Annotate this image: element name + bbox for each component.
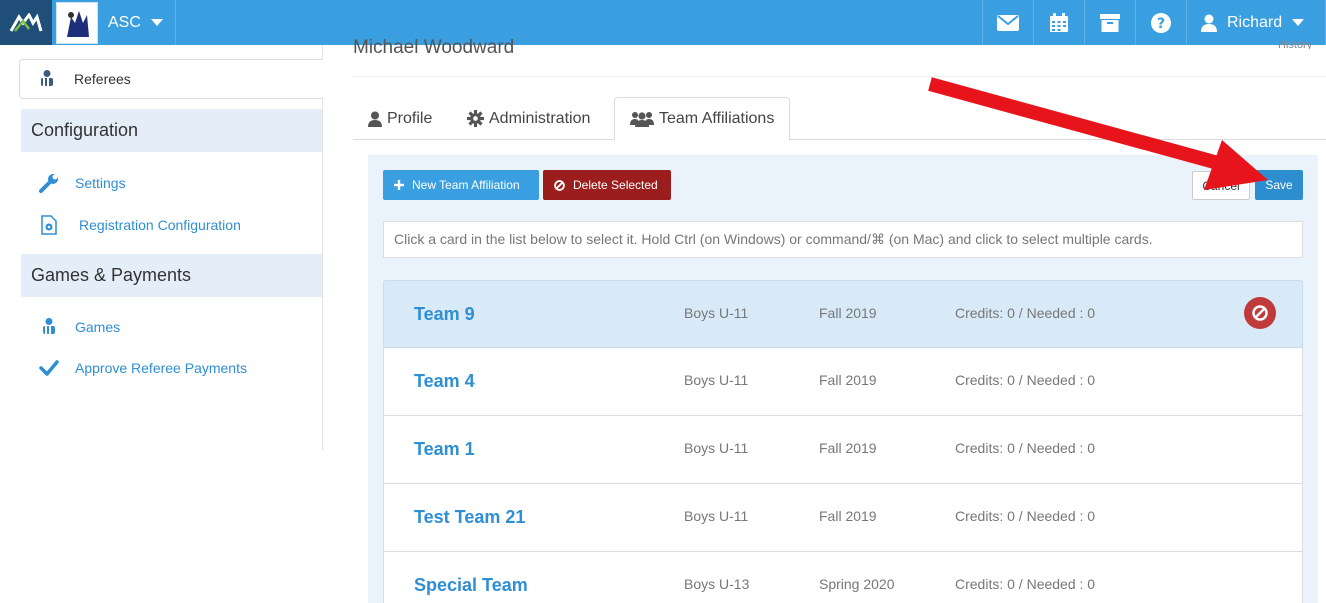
- divider: [353, 76, 1326, 77]
- plus-icon: [394, 180, 404, 190]
- archive-icon: [1100, 13, 1120, 32]
- team-card[interactable]: Special Team Boys U-13 Spring 2020 Credi…: [383, 552, 1303, 603]
- team-card[interactable]: Team 1 Boys U-11 Fall 2019 Credits: 0 / …: [383, 416, 1303, 484]
- ban-icon: [554, 179, 565, 191]
- history-link[interactable]: History: [1278, 37, 1312, 49]
- selection-hint: Click a card in the list below to select…: [383, 221, 1303, 258]
- top-navbar: ASC ? Richard: [0, 0, 1326, 45]
- tab-label: Administration: [489, 109, 591, 127]
- team-division: Boys U-11: [684, 440, 749, 456]
- tab-profile[interactable]: Profile: [353, 97, 447, 140]
- calendar-button[interactable]: [1033, 0, 1084, 45]
- tab-label: Profile: [387, 109, 433, 127]
- new-team-affiliation-button[interactable]: New Team Affiliation: [383, 170, 539, 200]
- save-button[interactable]: Save: [1255, 170, 1303, 200]
- users-icon: [630, 112, 654, 127]
- user-icon: [368, 111, 382, 127]
- sidebar-item-approve-referee-payments[interactable]: Approve Referee Payments: [38, 360, 247, 376]
- team-credits: Credits: 0 / Needed : 0: [955, 508, 1096, 524]
- top-spacer: [176, 0, 982, 45]
- help-icon: ?: [1151, 12, 1171, 33]
- tab-label: Team Affiliations: [659, 110, 775, 127]
- gear-icon: [467, 110, 484, 127]
- left-sidebar: Referees Configuration Settings Registra…: [0, 45, 323, 450]
- team-name: Team 4: [414, 371, 475, 391]
- calendar-icon: [1050, 12, 1068, 32]
- team-name: Test Team 21: [414, 507, 526, 527]
- team-affiliations-panel: New Team Affiliation Delete Selected Can…: [368, 155, 1318, 603]
- team-division: Boys U-11: [684, 508, 749, 524]
- help-button[interactable]: ?: [1135, 0, 1186, 45]
- user-icon: [1201, 14, 1217, 32]
- tab-bar: Profile Administration Team Affiliations: [353, 97, 1326, 141]
- team-credits: Credits: 0 / Needed : 0: [955, 372, 1096, 388]
- referee-icon: [41, 70, 53, 86]
- org-logo: [56, 1, 98, 44]
- wrench-icon: [39, 174, 58, 193]
- checkmark-icon: [39, 360, 59, 376]
- svg-text:?: ?: [1157, 16, 1165, 32]
- team-card-list: Team 9 Boys U-11 Fall 2019 Credits: 0 / …: [383, 280, 1303, 603]
- team-name: Special Team: [414, 575, 528, 595]
- team-name: Team 1: [414, 439, 475, 459]
- team-card[interactable]: Team 4 Boys U-11 Fall 2019 Credits: 0 / …: [383, 348, 1303, 416]
- team-season: Spring 2020: [819, 576, 895, 592]
- app-logo[interactable]: [0, 0, 52, 45]
- referee-icon: [43, 318, 55, 334]
- settings-document-icon: [41, 215, 57, 235]
- mail-icon: [997, 14, 1019, 31]
- archive-button[interactable]: [1084, 0, 1135, 45]
- section-header-configuration: Configuration: [21, 109, 322, 152]
- page-title: Michael Woodward: [353, 37, 515, 54]
- team-season: Fall 2019: [819, 372, 877, 388]
- sidebar-item-label: Registration Configuration: [79, 217, 241, 233]
- button-label: New Team Affiliation: [412, 178, 520, 192]
- team-card[interactable]: Team 9 Boys U-11 Fall 2019 Credits: 0 / …: [383, 280, 1303, 348]
- tab-team-affiliations[interactable]: Team Affiliations: [614, 97, 791, 141]
- sidebar-item-referees[interactable]: Referees: [19, 59, 323, 99]
- team-credits: Credits: 0 / Needed : 0: [955, 576, 1096, 592]
- app-logo-icon: [9, 12, 43, 32]
- section-header-games-payments: Games & Payments: [21, 254, 322, 297]
- button-label: Delete Selected: [573, 178, 658, 192]
- team-season: Fall 2019: [819, 305, 877, 321]
- sidebar-item-settings[interactable]: Settings: [38, 173, 126, 193]
- chevron-down-icon: [150, 19, 163, 26]
- chevron-down-icon: [1292, 19, 1305, 26]
- cancel-button[interactable]: Cancel: [1192, 171, 1250, 200]
- sidebar-item-label: Approve Referee Payments: [75, 360, 247, 376]
- tab-administration[interactable]: Administration: [452, 97, 605, 140]
- team-season: Fall 2019: [819, 508, 877, 524]
- ban-icon: [1252, 305, 1268, 321]
- team-division: Boys U-11: [684, 305, 749, 321]
- user-name: Richard: [1227, 13, 1283, 31]
- sidebar-item-label: Referees: [74, 71, 131, 87]
- sidebar-item-games[interactable]: Games: [38, 318, 120, 336]
- team-credits: Credits: 0 / Needed : 0: [955, 305, 1096, 321]
- wolf-logo-icon: [61, 6, 93, 39]
- team-division: Boys U-13: [684, 576, 750, 592]
- team-credits: Credits: 0 / Needed : 0: [955, 440, 1096, 456]
- org-switcher[interactable]: ASC: [52, 0, 176, 45]
- messages-button[interactable]: [982, 0, 1033, 45]
- org-name: ASC: [108, 13, 141, 31]
- sidebar-item-label: Games: [75, 319, 121, 335]
- team-season: Fall 2019: [819, 440, 877, 456]
- delete-selected-button[interactable]: Delete Selected: [543, 170, 671, 200]
- team-division: Boys U-11: [684, 372, 749, 388]
- team-name: Team 9: [414, 304, 475, 324]
- sidebar-item-label: Settings: [75, 175, 126, 191]
- remove-affiliation-button[interactable]: [1244, 297, 1276, 329]
- team-card[interactable]: Test Team 21 Boys U-11 Fall 2019 Credits…: [383, 484, 1303, 552]
- sidebar-item-registration-configuration[interactable]: Registration Configuration: [38, 215, 241, 235]
